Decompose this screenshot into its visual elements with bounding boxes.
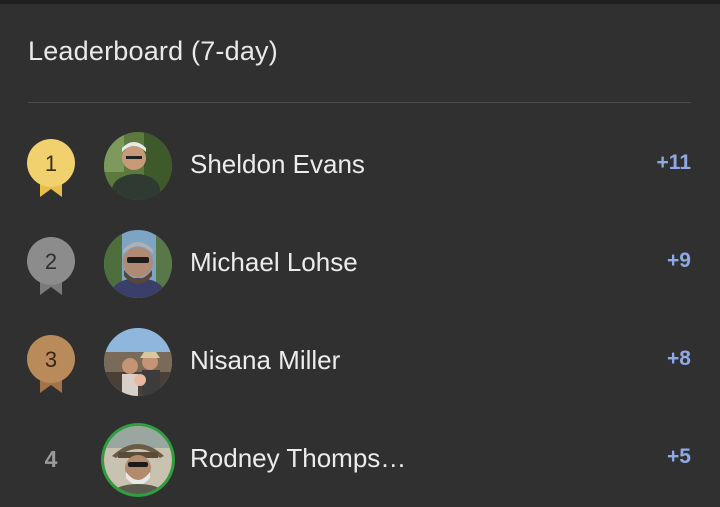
leaderboard-row[interactable]: 3 Nisana Miller +8 <box>0 322 720 402</box>
bronze-medal-icon: 3 <box>26 335 76 393</box>
player-name[interactable]: Michael Lohse <box>190 247 358 278</box>
leaderboard-row[interactable]: 2 Michael Lohse +9 <box>0 224 720 304</box>
avatar[interactable] <box>104 230 172 298</box>
avatar[interactable] <box>104 426 172 494</box>
score: +5 <box>667 445 691 468</box>
player-name[interactable]: Nisana Miller <box>190 345 340 376</box>
top-edge <box>0 0 720 4</box>
rank-number: 4 <box>44 446 58 472</box>
leaderboard-row[interactable]: 4 Rodney Thomps… +5 <box>0 420 720 500</box>
divider <box>28 102 691 103</box>
leaderboard-row[interactable]: 1 Sheldon Evans +11 <box>0 126 720 206</box>
avatar[interactable] <box>104 132 172 200</box>
score: +11 <box>656 151 691 174</box>
silver-medal-icon: 2 <box>26 237 76 295</box>
score: +8 <box>667 347 691 370</box>
rank-number: 1 <box>45 151 57 176</box>
avatar[interactable] <box>104 328 172 396</box>
leaderboard-title: Leaderboard (7-day) <box>28 36 278 66</box>
player-name[interactable]: Sheldon Evans <box>190 149 365 180</box>
player-name[interactable]: Rodney Thomps… <box>190 443 406 474</box>
score: +9 <box>667 249 691 272</box>
rank-number: 3 <box>45 347 57 372</box>
rank-number: 2 <box>45 249 57 274</box>
gold-medal-icon: 1 <box>26 139 76 197</box>
